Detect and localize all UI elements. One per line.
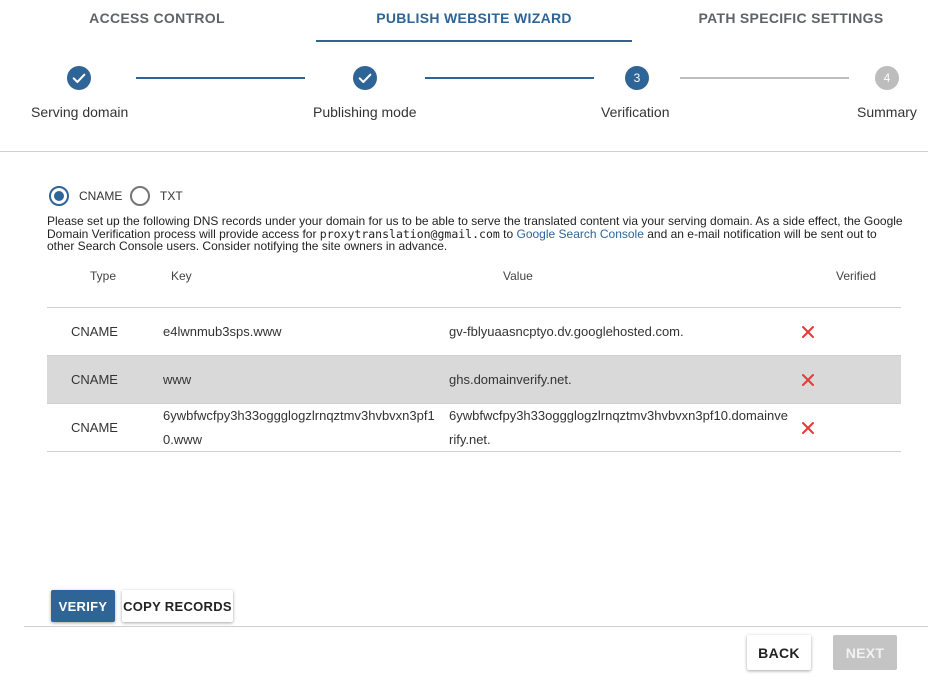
- record-value: gv-fblyuaasncptyo.dv.googlehosted.com.: [449, 324, 684, 339]
- cname-radio-label[interactable]: CNAME: [79, 189, 122, 203]
- column-header-value: Value: [503, 269, 533, 283]
- next-button[interactable]: NEXT: [833, 635, 897, 670]
- footer-divider: [24, 626, 928, 627]
- record-key: 6ywbfwcfpy3h33oggglogzlrnqztmv3hvbvxn3pf…: [163, 408, 435, 447]
- tab-publish-website-wizard[interactable]: PUBLISH WEBSITE WIZARD: [334, 10, 614, 26]
- record-type: CNAME: [71, 420, 118, 435]
- active-tab-indicator: [316, 40, 632, 42]
- txt-radio-label[interactable]: TXT: [160, 189, 183, 203]
- column-header-key: Key: [171, 269, 192, 283]
- dns-instructions: Please set up the following DNS records …: [47, 215, 905, 253]
- cname-radio[interactable]: [49, 186, 69, 206]
- step-3-label: Verification: [601, 104, 670, 120]
- not-verified-close-icon: [802, 326, 814, 338]
- table-row: CNAME 6ywbfwcfpy3h33oggglogzlrnqztmv3hvb…: [47, 404, 901, 452]
- record-key: www: [163, 372, 192, 387]
- copy-records-button[interactable]: COPY RECORDS: [122, 590, 233, 622]
- record-key: e4lwnmub3sps.www: [163, 324, 282, 339]
- step-connector-3: [680, 77, 849, 79]
- column-header-verified: Verified: [836, 269, 877, 283]
- table-row: CNAME www ghs.domainverify.net.: [47, 356, 901, 404]
- tab-bar: ACCESS CONTROL PUBLISH WEBSITE WIZARD PA…: [0, 0, 928, 44]
- record-type: CNAME: [71, 324, 118, 339]
- step-4-number: 4: [875, 66, 899, 90]
- step-3-number: 3: [625, 66, 649, 90]
- back-button[interactable]: BACK: [747, 635, 811, 670]
- search-console-link[interactable]: Google Search Console: [516, 227, 643, 241]
- step-1-label: Serving domain: [31, 104, 129, 120]
- record-value: ghs.domainverify.net.: [449, 372, 572, 387]
- table-row: CNAME e4lwnmub3sps.www gv-fblyuaasncptyo…: [47, 308, 901, 356]
- instructions-text-2: to: [499, 226, 517, 241]
- step-connector-2: [425, 77, 594, 79]
- tab-access-control[interactable]: ACCESS CONTROL: [72, 10, 242, 26]
- column-header-type: Type: [90, 269, 117, 283]
- not-verified-close-icon: [802, 374, 814, 386]
- record-value: 6ywbfwcfpy3h33oggglogzlrnqztmv3hvbvxn3pf…: [449, 408, 788, 447]
- step-2-label: Publishing mode: [313, 104, 417, 120]
- verify-button[interactable]: VERIFY: [51, 590, 115, 622]
- step-2-check-icon: [353, 66, 377, 90]
- step-4-label: Summary: [857, 104, 917, 120]
- step-1-check-icon: [67, 66, 91, 90]
- txt-radio[interactable]: [130, 186, 150, 206]
- record-type: CNAME: [71, 372, 118, 387]
- tab-path-specific-settings[interactable]: PATH SPECIFIC SETTINGS: [680, 10, 902, 26]
- stepper-divider: [0, 151, 928, 152]
- not-verified-close-icon: [802, 422, 814, 434]
- step-connector-1: [136, 77, 305, 79]
